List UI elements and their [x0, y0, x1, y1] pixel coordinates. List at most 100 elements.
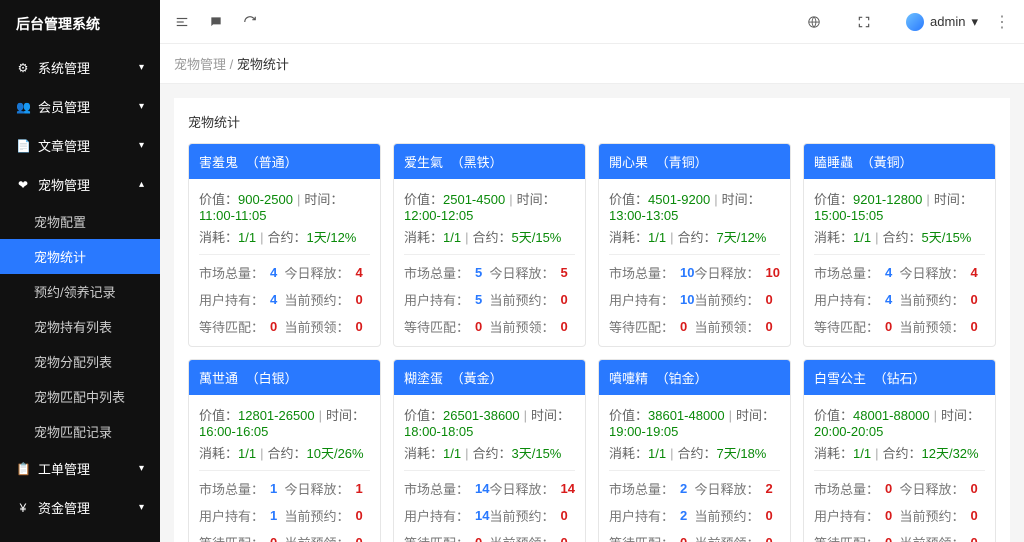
sidebar-item[interactable]: ❤ 宠物管理 ▴ — [0, 165, 160, 204]
breadcrumb: 宠物管理 / 宠物统计 — [160, 44, 1024, 84]
stat-user_hold: 5 — [475, 292, 482, 307]
chevron-down-icon: ▾ — [971, 14, 978, 30]
more-icon[interactable]: ⋮ — [994, 12, 1010, 32]
sidebar-subitem[interactable]: 宠物持有列表 — [0, 309, 160, 344]
sidebar-subitem[interactable]: 宠物配置 — [0, 204, 160, 239]
stat-cur_claim: 0 — [971, 535, 978, 542]
card-head: 爱生氣 （黑铁） — [394, 144, 585, 179]
price-line: 价值：4501-9200|时间：13:00-13:05 — [609, 189, 780, 223]
stat-label: 用户持有： — [199, 290, 264, 309]
pet-rank: （铂金） — [656, 371, 708, 386]
stat-label: 等待匹配： — [199, 533, 264, 542]
stat-cur_reserve: 0 — [561, 292, 568, 307]
chat-icon[interactable] — [208, 14, 224, 30]
menu-label: 资金管理 — [38, 498, 90, 517]
stat-label: 市场总量： — [199, 263, 264, 282]
stat-cur_reserve: 0 — [766, 508, 773, 523]
pet-name: 白雪公主 — [814, 371, 866, 386]
card-head: 害羞鬼 （普通） — [189, 144, 380, 179]
chevron-down-icon: ▾ — [139, 62, 144, 73]
brand-title: 后台管理系统 — [0, 0, 160, 48]
pet-name: 開心果 — [609, 155, 648, 170]
menu-icon: 👥 — [16, 100, 30, 114]
user-name: admin — [930, 14, 965, 29]
stat-label: 用户持有： — [814, 290, 879, 309]
sidebar-subitem[interactable]: 宠物匹配记录 — [0, 414, 160, 449]
stat-today_release: 5 — [561, 265, 568, 280]
card-head: 瞌睡蟲 （黃铜） — [804, 144, 995, 179]
pet-card: 瞌睡蟲 （黃铜） 价值：9201-12800|时间：15:00-15:05 消耗… — [803, 143, 996, 347]
stat-wait_match: 0 — [475, 319, 482, 334]
main: admin ▾ ⋮ 宠物管理 / 宠物统计 宠物统计 害羞鬼 （普通） 价值：9… — [160, 0, 1024, 542]
stat-user_hold: 1 — [270, 508, 277, 523]
price-line: 价值：26501-38600|时间：18:00-18:05 — [404, 405, 575, 439]
globe-icon[interactable] — [806, 14, 822, 30]
stat-cur_claim: 0 — [561, 535, 568, 542]
pet-card: 害羞鬼 （普通） 价值：900-2500|时间：11:00-11:05 消耗：1… — [188, 143, 381, 347]
sidebar-subitem[interactable]: 宠物统计 — [0, 239, 160, 274]
stat-user_hold: 0 — [885, 508, 892, 523]
menu-icon: ❤ — [16, 178, 30, 192]
stat-label: 等待匹配： — [404, 317, 469, 336]
stat-cur_claim: 0 — [971, 319, 978, 334]
stat-label: 当前预约： — [695, 506, 760, 525]
menu-label: 会员管理 — [38, 97, 90, 116]
pet-rank: （黃金） — [451, 371, 503, 386]
stat-wait_match: 0 — [680, 535, 687, 542]
user-menu[interactable]: admin ▾ — [906, 13, 978, 31]
stat-label: 今日释放： — [285, 263, 350, 282]
stat-label: 当前预约： — [490, 506, 555, 525]
crumb-parent[interactable]: 宠物管理 — [174, 57, 226, 72]
crumb-current: 宠物统计 — [237, 57, 289, 72]
card-head: 萬世通 （白银） — [189, 360, 380, 395]
sidebar-item[interactable]: ¥ 资金管理 ▾ — [0, 488, 160, 527]
sidebar-item[interactable]: 📄 文章管理 ▾ — [0, 126, 160, 165]
stat-market_total: 14 — [475, 481, 489, 496]
consume-line: 消耗：1/1|合约：3天/15% — [404, 443, 575, 462]
stat-market_total: 4 — [885, 265, 892, 280]
sidebar-item[interactable]: ⚙ 系统管理 ▾ — [0, 48, 160, 87]
consume-line: 消耗：1/1|合约：10天/26% — [199, 443, 370, 462]
stat-cur_claim: 0 — [561, 319, 568, 334]
stat-today_release: 2 — [766, 481, 773, 496]
stat-user_hold: 4 — [270, 292, 277, 307]
menu-label: 系统管理 — [38, 58, 90, 77]
stat-market_total: 4 — [270, 265, 277, 280]
consume-line: 消耗：1/1|合约：5天/15% — [404, 227, 575, 246]
stat-wait_match: 0 — [885, 535, 892, 542]
stat-wait_match: 0 — [475, 535, 482, 542]
stat-market_total: 0 — [885, 481, 892, 496]
pet-rank: （钻石） — [874, 371, 926, 386]
menu-icon: 📄 — [16, 139, 30, 153]
menu-collapse-icon[interactable] — [174, 14, 190, 30]
pet-name: 瞌睡蟲 — [814, 155, 853, 170]
chevron-up-icon: ▴ — [139, 179, 144, 190]
pet-rank: （黑铁） — [451, 155, 503, 170]
refresh-icon[interactable] — [242, 14, 258, 30]
price-line: 价值：48001-88000|时间：20:00-20:05 — [814, 405, 985, 439]
stat-label: 市场总量： — [404, 479, 469, 498]
menu-icon: ¥ — [16, 501, 30, 515]
pet-card: 爱生氣 （黑铁） 价值：2501-4500|时间：12:00-12:05 消耗：… — [393, 143, 586, 347]
stat-label: 今日释放： — [490, 479, 555, 498]
stat-label: 当前预领： — [490, 317, 555, 336]
stat-label: 等待匹配： — [609, 317, 674, 336]
consume-line: 消耗：1/1|合约：7天/12% — [609, 227, 780, 246]
sidebar-subitem[interactable]: 预约/领养记录 — [0, 274, 160, 309]
stat-label: 用户持有： — [814, 506, 879, 525]
stat-cur_reserve: 0 — [561, 508, 568, 523]
stat-today_release: 10 — [766, 265, 780, 280]
stat-label: 等待匹配： — [404, 533, 469, 542]
stat-label: 今日释放： — [695, 479, 760, 498]
topbar: admin ▾ ⋮ — [160, 0, 1024, 44]
sidebar-subitem[interactable]: 宠物分配列表 — [0, 344, 160, 379]
stat-label: 今日释放： — [900, 263, 965, 282]
stat-label: 等待匹配： — [814, 317, 879, 336]
stat-today_release: 1 — [356, 481, 363, 496]
sidebar-item[interactable]: 👥 会员管理 ▾ — [0, 87, 160, 126]
stat-market_total: 5 — [475, 265, 482, 280]
sidebar-item[interactable]: 📋 工单管理 ▾ — [0, 449, 160, 488]
fullscreen-icon[interactable] — [856, 14, 872, 30]
sidebar-subitem[interactable]: 宠物匹配中列表 — [0, 379, 160, 414]
consume-line: 消耗：1/1|合约：7天/18% — [609, 443, 780, 462]
